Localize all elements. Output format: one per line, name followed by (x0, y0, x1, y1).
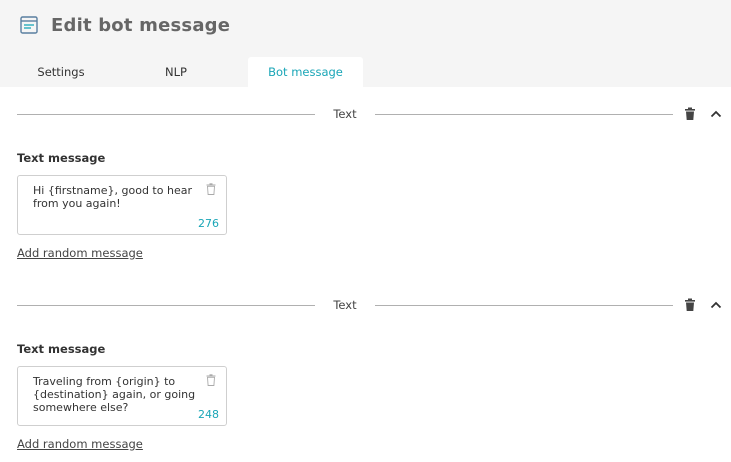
add-random-message-link[interactable]: Add random message (17, 246, 143, 260)
char-counter: 276 (198, 217, 219, 230)
message-window-icon (20, 16, 38, 34)
section-divider (17, 114, 315, 115)
text-message-label: Text message (17, 151, 106, 165)
message-text: Hi {firstname}, good to hear from you ag… (33, 184, 196, 210)
section-divider (17, 305, 315, 306)
char-counter: 248 (198, 408, 219, 421)
section-type-label: Text (333, 298, 357, 312)
text-message-input[interactable]: Traveling from {origin} to {destination}… (17, 366, 227, 426)
text-message-input[interactable]: Hi {firstname}, good to hear from you ag… (17, 175, 227, 235)
section-divider (375, 114, 673, 115)
section-divider (375, 305, 673, 306)
delete-section-icon[interactable] (683, 298, 697, 312)
text-message-label: Text message (17, 342, 106, 356)
page-title: Edit bot message (51, 15, 231, 36)
delete-message-icon[interactable] (205, 183, 217, 195)
collapse-chevron-icon[interactable] (709, 298, 723, 312)
top-bar: Edit bot message Settings NLP Bot messag… (0, 0, 731, 87)
tab-settings[interactable]: Settings (20, 57, 102, 87)
collapse-chevron-icon[interactable] (709, 107, 723, 121)
delete-section-icon[interactable] (683, 107, 697, 121)
message-text: Traveling from {origin} to {destination}… (33, 375, 199, 414)
section-type-label: Text (333, 107, 357, 121)
tab-nlp[interactable]: NLP (140, 57, 212, 87)
add-random-message-link[interactable]: Add random message (17, 437, 143, 451)
text-section-2: Text Text message Traveling from {origin… (0, 295, 731, 462)
delete-message-icon[interactable] (205, 374, 217, 386)
tab-bot-message[interactable]: Bot message (248, 57, 363, 87)
text-section-1: Text Text message Hi {firstname}, good t… (0, 104, 731, 264)
